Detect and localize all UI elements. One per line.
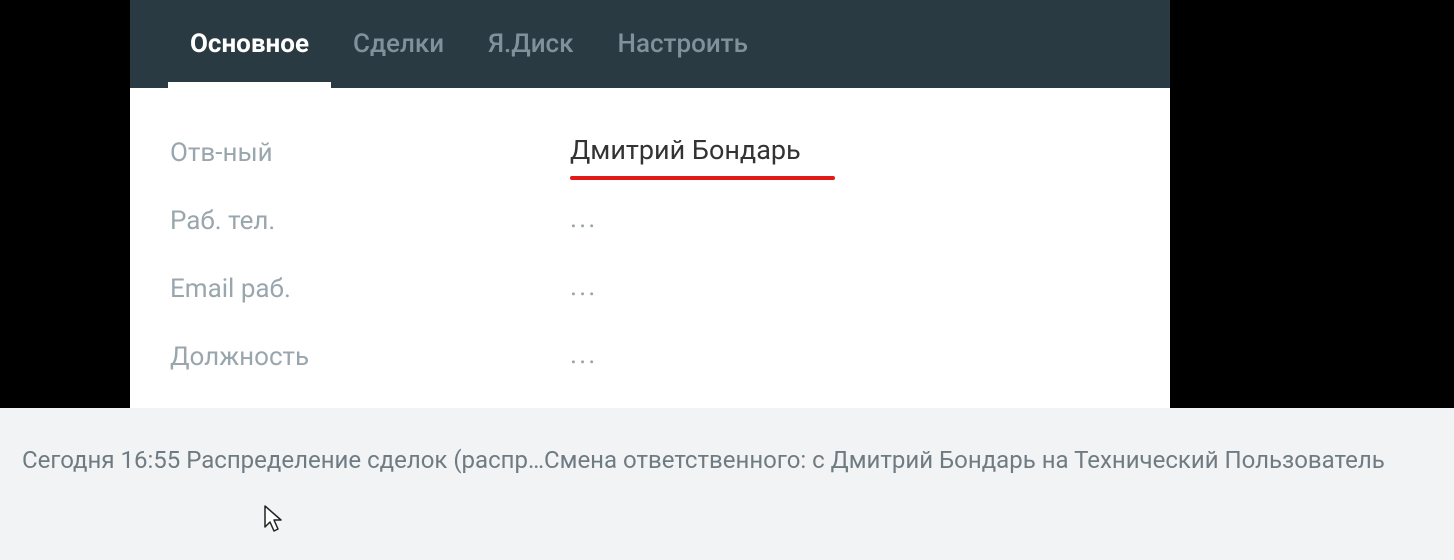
tab-configure[interactable]: Настроить (596, 0, 770, 88)
field-work-phone: Раб. тел. ... (170, 202, 1130, 270)
notification-message: Смена ответственного: с Дмитрий Бондарь … (544, 446, 1385, 474)
notification-entry[interactable]: Сегодня 16:55 Распределение сделок (расп… (22, 446, 1432, 474)
tab-deals[interactable]: Сделки (331, 0, 466, 88)
activity-footer: Сегодня 16:55 Распределение сделок (расп… (0, 408, 1454, 560)
field-work-email: Email раб. ... (170, 270, 1130, 338)
annotation-underline (570, 176, 835, 180)
field-value-responsible[interactable]: Дмитрий Бондарь (570, 134, 801, 166)
notification-process: Распределение сделок (распр… (186, 446, 544, 474)
cursor-icon (264, 505, 288, 537)
tab-yadisk[interactable]: Я.Диск (466, 0, 595, 88)
details-section: Отв-ный Дмитрий Бондарь Раб. тел. ... Em… (130, 88, 1170, 436)
field-responsible: Отв-ный Дмитрий Бондарь (170, 134, 1130, 202)
field-value-position[interactable]: ... (570, 338, 597, 370)
field-label: Должность (170, 338, 570, 372)
field-label: Раб. тел. (170, 202, 570, 236)
tab-bar: Основное Сделки Я.Диск Настроить (130, 0, 1170, 88)
responsible-name: Дмитрий Бондарь (570, 134, 801, 166)
field-label: Email раб. (170, 270, 570, 304)
field-value-work-phone[interactable]: ... (570, 202, 597, 234)
notification-time: Сегодня 16:55 (22, 446, 186, 474)
contact-panel: Основное Сделки Я.Диск Настроить Отв-ный… (130, 0, 1170, 436)
field-value-work-email[interactable]: ... (570, 270, 597, 302)
tab-main[interactable]: Основное (168, 0, 331, 88)
field-label: Отв-ный (170, 134, 570, 168)
field-position: Должность ... (170, 338, 1130, 406)
